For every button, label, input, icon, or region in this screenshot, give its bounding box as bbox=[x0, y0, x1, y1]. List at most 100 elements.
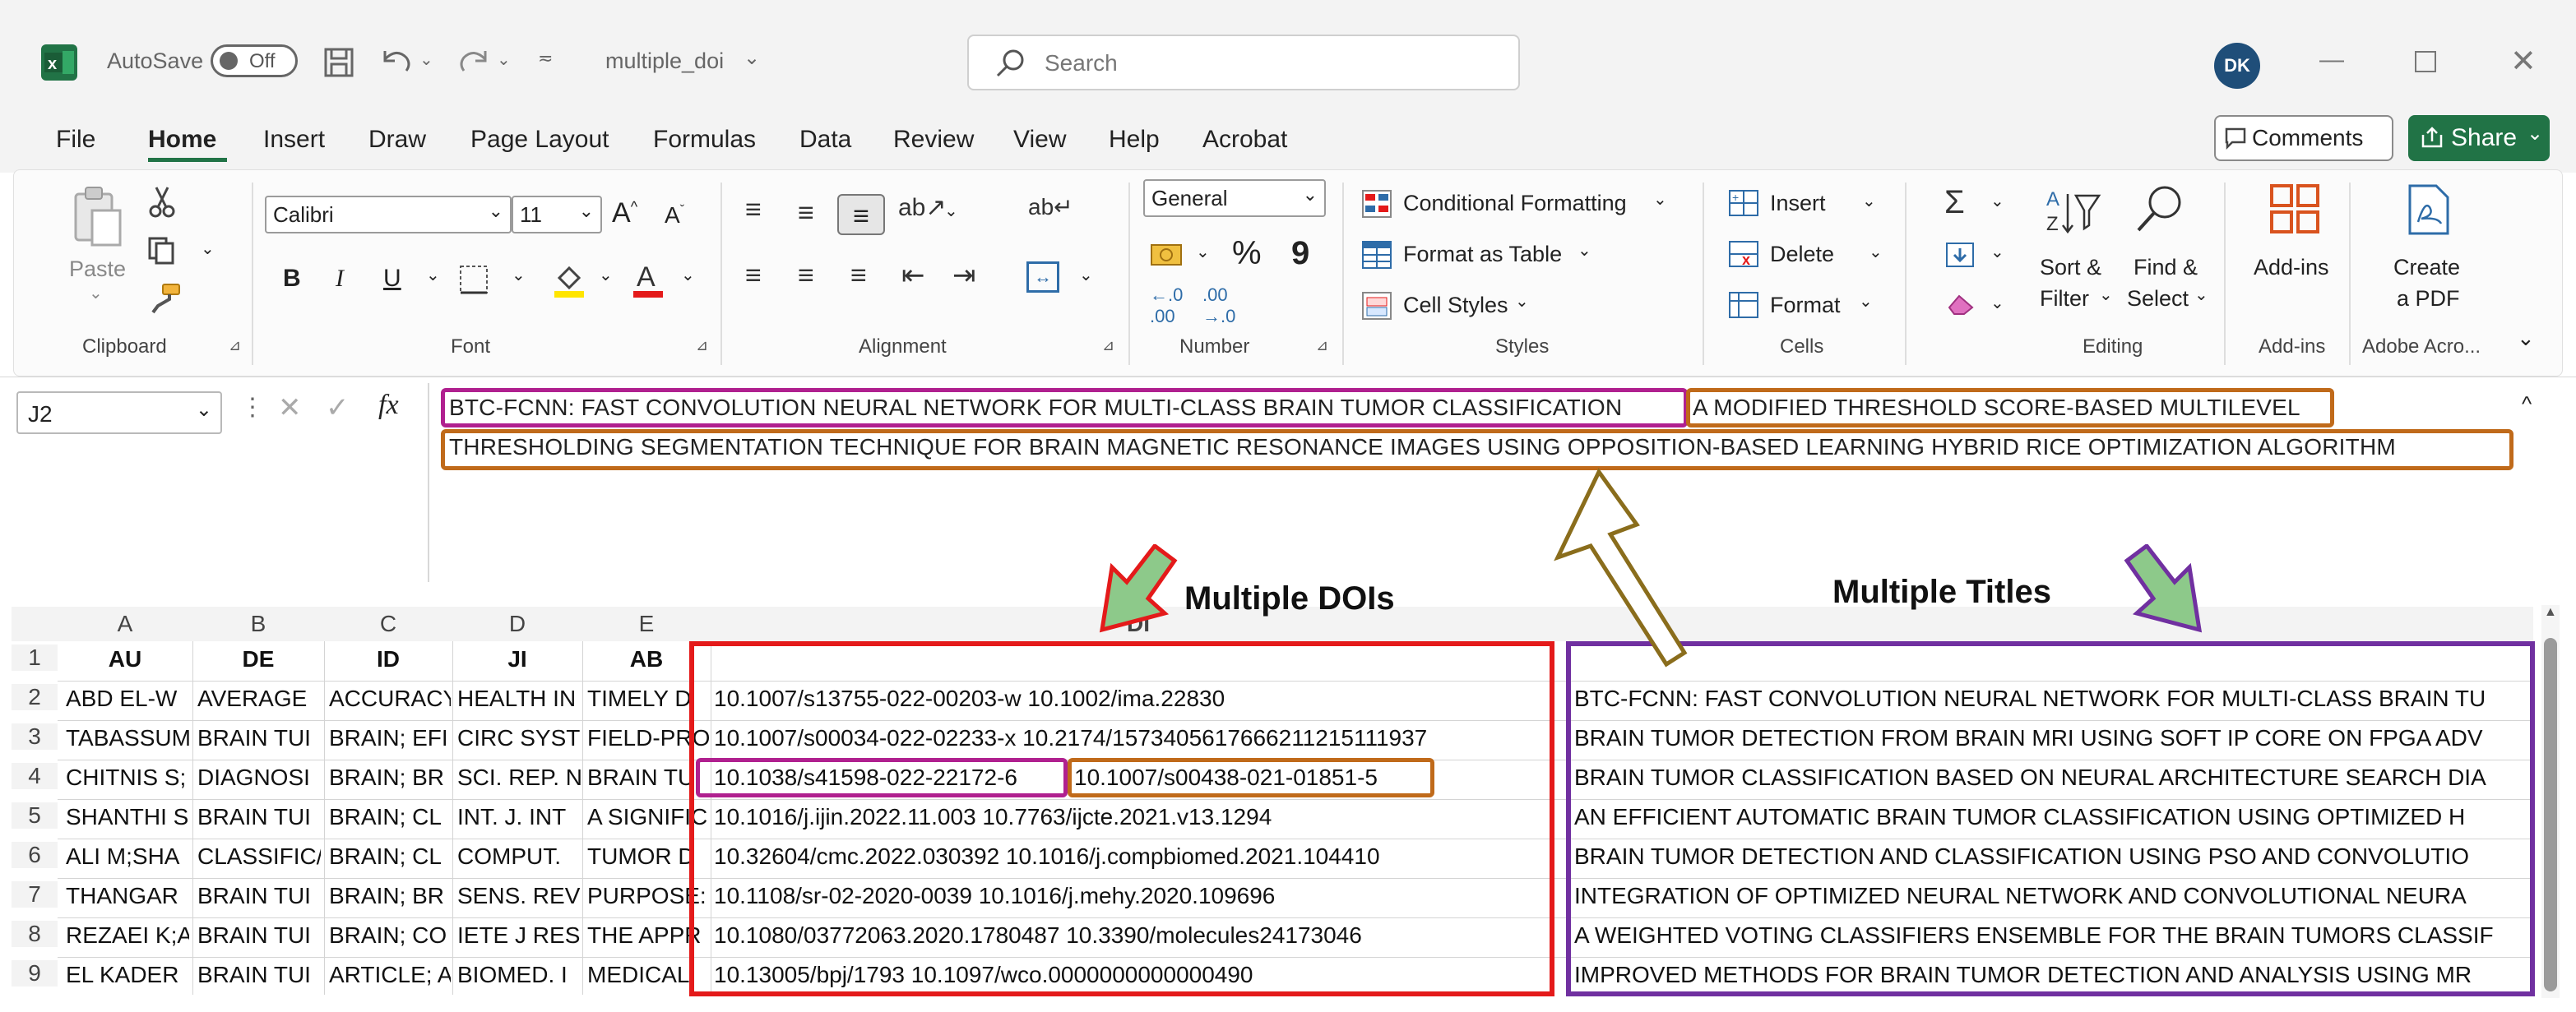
formula-options-icon[interactable]: ⋮ bbox=[240, 393, 265, 422]
table-cell[interactable]: BRAIN TUI bbox=[197, 922, 321, 949]
font-color-icon[interactable]: A bbox=[632, 260, 665, 303]
font-size-combo[interactable]: 11 ⌄ bbox=[512, 196, 602, 233]
customize-toolbar-icon[interactable]: ≂ bbox=[538, 48, 553, 69]
cancel-entry-icon[interactable]: ✕ bbox=[278, 391, 302, 424]
collapse-ribbon-icon[interactable]: ⌄ bbox=[2517, 326, 2535, 351]
orientation-dropdown-icon[interactable]: ⌄ bbox=[944, 201, 958, 221]
table-cell[interactable]: AVERAGE bbox=[197, 686, 321, 712]
autosum-dropdown-icon[interactable]: ⌄ bbox=[1990, 191, 2004, 211]
close-icon[interactable]: ✕ bbox=[2510, 43, 2537, 80]
copy-icon[interactable] bbox=[146, 235, 178, 270]
menu-help[interactable]: Help bbox=[1109, 126, 1160, 154]
table-cell[interactable]: CIRC SYST bbox=[457, 725, 581, 751]
find-select-dropdown-icon[interactable]: ⌄ bbox=[2194, 284, 2208, 305]
menu-formulas[interactable]: Formulas bbox=[653, 126, 756, 154]
sort-filter-label[interactable]: Sort & bbox=[2040, 255, 2101, 280]
clear-dropdown-icon[interactable]: ⌄ bbox=[1990, 293, 2004, 313]
number-format-combo[interactable]: General ⌄ bbox=[1143, 179, 1326, 217]
table-cell[interactable]: BRAIN TUI bbox=[197, 883, 321, 909]
column-header-c[interactable]: C bbox=[324, 607, 452, 641]
create-pdf-icon[interactable] bbox=[2405, 183, 2451, 241]
fill-dropdown-icon[interactable]: ⌄ bbox=[1990, 242, 2004, 262]
conditional-formatting-label[interactable]: Conditional Formatting bbox=[1403, 191, 1627, 216]
share-dropdown-icon[interactable]: ⌄ bbox=[2527, 122, 2543, 146]
find-select-label-2[interactable]: Select bbox=[2127, 286, 2189, 312]
format-cells-icon[interactable] bbox=[1727, 289, 1760, 325]
vertical-scrollbar[interactable]: ▲ bbox=[2541, 605, 2560, 998]
row-header-9[interactable]: 9 bbox=[12, 960, 58, 987]
currency-icon[interactable] bbox=[1150, 240, 1183, 274]
wrap-text-icon[interactable]: ab↵ bbox=[1028, 196, 1073, 219]
table-cell[interactable]: ACCURACY bbox=[329, 686, 451, 712]
restore-icon[interactable] bbox=[2415, 51, 2436, 72]
orientation-icon[interactable]: ab↗ bbox=[898, 196, 947, 220]
font-size-dropdown-icon[interactable]: ⌄ bbox=[579, 201, 594, 222]
increase-font-icon[interactable]: A^ bbox=[612, 197, 637, 229]
delete-cells-icon[interactable]: x bbox=[1727, 238, 1760, 274]
menu-acrobat[interactable]: Acrobat bbox=[1202, 126, 1287, 154]
align-bottom-icon[interactable]: ≡ bbox=[837, 194, 885, 235]
comma-button[interactable]: 9 bbox=[1291, 235, 1309, 272]
format-as-table-dropdown-icon[interactable]: ⌄ bbox=[1578, 240, 1591, 261]
comments-button[interactable]: Comments bbox=[2214, 115, 2393, 161]
table-cell[interactable]: BRAIN; BR bbox=[329, 883, 451, 909]
menu-page-layout[interactable]: Page Layout bbox=[470, 126, 609, 154]
delete-cells-dropdown-icon[interactable]: ⌄ bbox=[1869, 242, 1883, 262]
table-cell[interactable]: BRAIN TUI bbox=[197, 804, 321, 830]
table-cell[interactable]: THANGAR bbox=[66, 883, 189, 909]
insert-cells-icon[interactable]: + bbox=[1727, 187, 1760, 223]
insert-function-icon[interactable]: fx bbox=[378, 390, 399, 421]
align-center-icon[interactable]: ≡ bbox=[798, 261, 814, 289]
table-cell[interactable]: ABD EL-W bbox=[66, 686, 189, 712]
conditional-formatting-icon[interactable] bbox=[1360, 187, 1393, 224]
table-cell[interactable]: COMPUT. bbox=[457, 843, 581, 870]
alignment-launcher-icon[interactable]: ⊿ bbox=[1102, 337, 1114, 354]
table-cell[interactable]: TABASSUM bbox=[66, 725, 189, 751]
font-name-dropdown-icon[interactable]: ⌄ bbox=[489, 201, 503, 222]
table-cell[interactable]: CHITNIS S; bbox=[66, 765, 189, 791]
insert-cells-label[interactable]: Insert bbox=[1770, 191, 1826, 216]
collapse-formula-bar-icon[interactable]: ^ bbox=[2522, 391, 2532, 417]
filename-dropdown-icon[interactable]: ⌄ bbox=[744, 46, 760, 70]
table-cell[interactable]: IETE J RES bbox=[457, 922, 581, 949]
number-format-dropdown-icon[interactable]: ⌄ bbox=[1303, 184, 1318, 206]
select-all-corner[interactable] bbox=[12, 607, 58, 641]
column-header-d[interactable]: D bbox=[452, 607, 582, 641]
cell-styles-dropdown-icon[interactable]: ⌄ bbox=[1515, 291, 1529, 312]
font-launcher-icon[interactable]: ⊿ bbox=[696, 337, 708, 354]
minimize-icon[interactable]: — bbox=[2319, 46, 2344, 74]
column-header-b[interactable]: B bbox=[192, 607, 324, 641]
merge-dropdown-icon[interactable]: ⌄ bbox=[1079, 265, 1093, 285]
row-header-8[interactable]: 8 bbox=[12, 921, 58, 947]
autosave-toggle[interactable]: Off bbox=[211, 44, 298, 77]
font-color-dropdown-icon[interactable]: ⌄ bbox=[681, 265, 695, 285]
align-left-icon[interactable]: ≡ bbox=[745, 261, 762, 289]
decrease-font-icon[interactable]: Aˇ bbox=[665, 202, 684, 229]
row-header-4[interactable]: 4 bbox=[12, 763, 58, 789]
percent-button[interactable]: % bbox=[1232, 235, 1262, 272]
menu-file[interactable]: File bbox=[56, 126, 95, 154]
clear-icon[interactable] bbox=[1944, 289, 1977, 321]
table-cell[interactable]: BRAIN; CL bbox=[329, 804, 451, 830]
align-right-icon[interactable]: ≡ bbox=[850, 261, 867, 289]
format-painter-icon[interactable] bbox=[148, 281, 183, 320]
paste-label[interactable]: Paste bbox=[69, 256, 126, 282]
scroll-up-icon[interactable]: ▲ bbox=[2544, 605, 2557, 620]
decrease-indent-icon[interactable]: ⇤ bbox=[901, 261, 925, 289]
fill-icon[interactable] bbox=[1944, 240, 1976, 274]
cell-styles-icon[interactable] bbox=[1360, 289, 1393, 326]
menu-insert[interactable]: Insert bbox=[263, 126, 325, 154]
table-cell[interactable]: SHANTHI S bbox=[66, 804, 189, 830]
sort-filter-label-2[interactable]: Filter bbox=[2040, 286, 2089, 312]
search-box[interactable]: Search bbox=[967, 35, 1520, 90]
paste-icon[interactable] bbox=[69, 184, 127, 254]
name-box[interactable]: J2 ⌄ bbox=[16, 391, 222, 434]
column-header-blank[interactable] bbox=[1566, 607, 2533, 641]
menu-draw[interactable]: Draw bbox=[368, 126, 426, 154]
header-cell-ji[interactable]: JI bbox=[452, 646, 582, 672]
redo-icon[interactable] bbox=[454, 43, 493, 83]
find-select-label[interactable]: Find & bbox=[2134, 255, 2198, 280]
header-cell-au[interactable]: AU bbox=[58, 646, 192, 672]
paste-dropdown-icon[interactable]: ⌄ bbox=[89, 283, 103, 303]
table-cell[interactable]: DIAGNOSI bbox=[197, 765, 321, 791]
